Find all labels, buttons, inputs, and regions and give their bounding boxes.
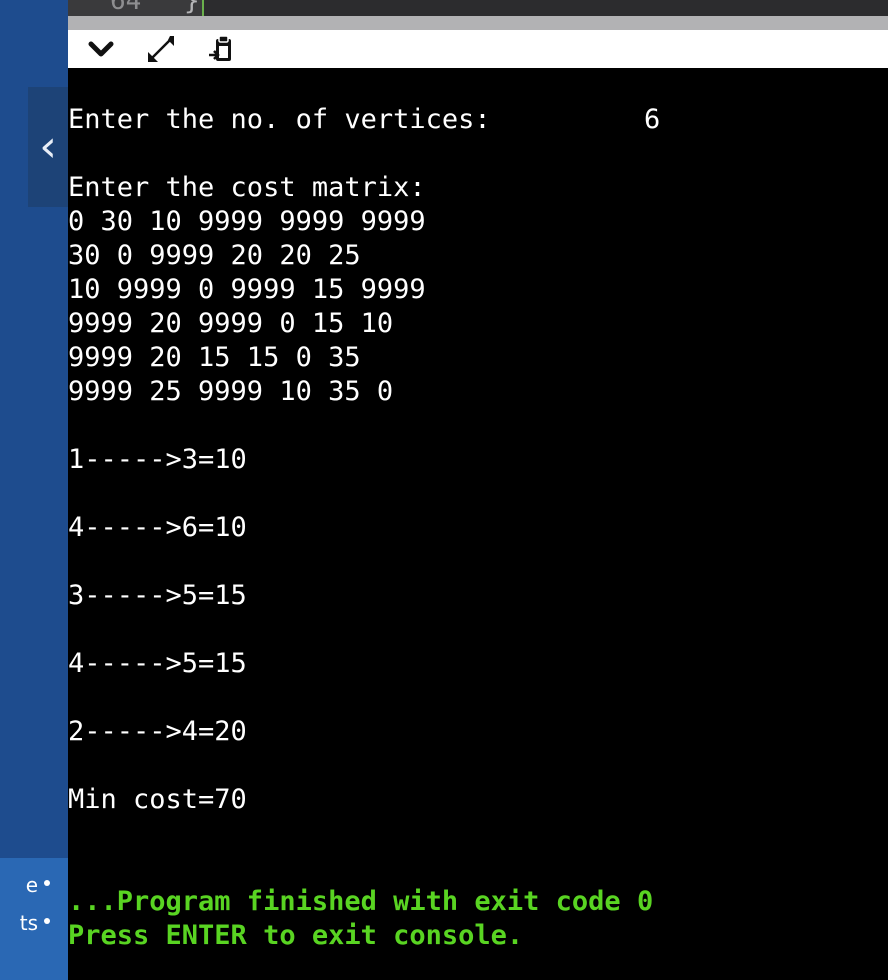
bullet-icon bbox=[44, 880, 50, 886]
console-toolbar bbox=[68, 30, 888, 68]
matrix-row: 9999 20 9999 0 15 10 bbox=[68, 308, 394, 339]
panel-splitter[interactable] bbox=[68, 16, 888, 30]
exit-message: ...Program finished with exit code 0 bbox=[68, 886, 654, 917]
edge-output: 2----->4=20 bbox=[68, 716, 247, 747]
press-enter-message: Press ENTER to exit console. bbox=[68, 920, 524, 951]
matrix-row: 0 30 10 9999 9999 9999 bbox=[68, 206, 426, 237]
expand-arrows-icon[interactable] bbox=[146, 34, 176, 64]
chevron-down-icon[interactable] bbox=[86, 34, 116, 64]
code-line: } bbox=[184, 0, 200, 16]
matrix-row: 10 9999 0 9999 15 9999 bbox=[68, 274, 426, 305]
matrix-row: 9999 20 15 15 0 35 bbox=[68, 342, 361, 373]
clipboard-paste-icon[interactable] bbox=[206, 34, 236, 64]
sidebar-link[interactable]: e bbox=[0, 872, 40, 898]
matrix-row: 9999 25 9999 10 35 0 bbox=[68, 376, 394, 407]
edge-output: 4----->5=15 bbox=[68, 648, 247, 679]
edge-output: 4----->6=10 bbox=[68, 512, 247, 543]
matrix-row: 30 0 9999 20 20 25 bbox=[68, 240, 361, 271]
min-cost-output: Min cost=70 bbox=[68, 784, 247, 815]
sidebar-link[interactable]: ts bbox=[0, 910, 40, 936]
collapse-sidebar-button[interactable]: ‹ bbox=[28, 87, 68, 207]
edge-output: 3----->5=15 bbox=[68, 580, 247, 611]
code-editor[interactable]: 64 } bbox=[68, 0, 888, 16]
vertices-prompt: Enter the no. of vertices: bbox=[68, 104, 491, 135]
matrix-prompt: Enter the cost matrix: bbox=[68, 172, 426, 203]
console-output[interactable]: Enter the no. of vertices: 6 Enter the c… bbox=[68, 68, 888, 980]
edge-output: 1----->3=10 bbox=[68, 444, 247, 475]
text-cursor bbox=[202, 0, 204, 16]
bullet-icon bbox=[44, 918, 50, 924]
vertices-input: 6 bbox=[644, 104, 661, 135]
line-number: 64 bbox=[110, 0, 142, 16]
